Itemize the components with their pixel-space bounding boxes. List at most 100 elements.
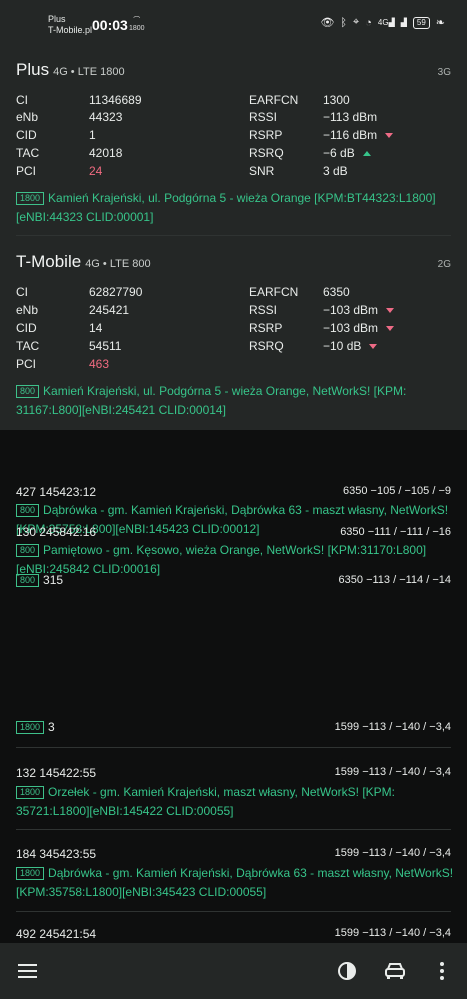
tac-value: 42018: [89, 146, 123, 160]
earfcn-label: EARFCN: [249, 285, 299, 299]
enb-label: eNb: [16, 303, 39, 317]
cid-value: 14: [89, 321, 103, 335]
rsrq-label: RSRQ: [249, 339, 284, 353]
band-badge: 1800: [16, 192, 45, 205]
rsrp-label: RSRP: [249, 128, 283, 142]
hd-icon: ⌒ 1800: [129, 17, 145, 32]
more-vert-icon[interactable]: [438, 961, 446, 981]
cid-label: CID: [16, 321, 37, 335]
divider: [16, 911, 451, 912]
tmobile-header: T-Mobile 4G • LTE 800: [16, 252, 151, 272]
contrast-icon[interactable]: [337, 961, 357, 981]
operator-tech: 4G • LTE 1800: [53, 66, 125, 78]
cell-signal: 6350 −111 / −111 / −16: [340, 526, 451, 538]
signal-icon-2: ▟: [400, 18, 407, 27]
cell-signal: 1599 −113 / −140 / −3,4: [334, 721, 451, 733]
rsrq-row: −10 dB: [323, 339, 378, 353]
pci-label: PCI: [16, 357, 37, 371]
clock: 00:03: [92, 17, 128, 33]
trend-up-icon: [362, 151, 371, 157]
list-item[interactable]: 1800 Dąbrówka - gm. Kamień Krajeński, Dąb…: [16, 864, 461, 902]
rsrq-value: −6 dB: [323, 146, 355, 160]
cell-signal: 1599 −113 / −140 / −3,4: [334, 847, 451, 859]
rssi-value: −103 dBm: [323, 303, 379, 317]
bottom-app-bar: [0, 943, 467, 999]
rssi-value: −113 dBm: [323, 110, 378, 124]
carrier-1: Plus: [48, 14, 66, 24]
rsrp-label: RSRP: [249, 321, 283, 335]
trend-down-icon: [386, 326, 395, 332]
band-badge: 1800: [16, 721, 45, 734]
enb-label: eNb: [16, 110, 39, 124]
cell-id: 3: [48, 720, 55, 734]
rsrq-value: −10 dB: [323, 339, 362, 353]
eye-icon: 👁: [320, 17, 335, 29]
tmobile-card[interactable]: T-Mobile 4G • LTE 800 2G CI 62827790 eNb …: [0, 236, 467, 430]
rsrp-row: −116 dBm: [323, 128, 394, 142]
location-icon: ⌖: [353, 16, 360, 28]
cell-id: 315: [43, 573, 64, 587]
plus-location[interactable]: 1800 Kamień Krajeński, ul. Podgórna 5 - w…: [16, 189, 456, 227]
leaf-icon: ❧: [435, 17, 445, 29]
status-bar: Plus T-Mobile.pl 00:03 ⌒ 1800 👁 ᛒ ⌖ ◔ 4G…: [0, 0, 467, 44]
pci-value: 24: [89, 164, 103, 178]
signal-icon: 4G▟: [377, 18, 395, 27]
rssi-label: RSSI: [249, 110, 278, 124]
tac-label: TAC: [16, 339, 40, 353]
cell-id: 427 145423:12: [16, 485, 97, 499]
tmobile-location[interactable]: 800 Kamień Krajeński, ul. Podgórna 5 - wi…: [16, 382, 456, 420]
ci-label: CI: [16, 93, 28, 107]
operator-name: Plus: [16, 60, 50, 79]
snr-value: 3 dB: [323, 164, 348, 178]
rsrq-label: RSRQ: [249, 146, 284, 160]
cell-signal: 1599 −113 / −140 / −3,4: [334, 766, 451, 778]
cell-signal: 6350 −105 / −105 / −9: [343, 485, 451, 497]
neighbour-list[interactable]: 427 145423:12 6350 −105 / −105 / −9 800 D…: [0, 430, 467, 943]
pci-value: 463: [89, 357, 110, 371]
trend-down-icon: [386, 308, 395, 314]
cell-id: 184 345423:55: [16, 847, 97, 861]
list-item[interactable]: 1800 3: [16, 720, 55, 734]
cell-id: 130 245842:16: [16, 525, 97, 539]
cell-signal: 6350 −113 / −114 / −14: [338, 574, 451, 586]
enb-value: 44323: [89, 110, 123, 124]
band-badge: 800: [16, 385, 40, 398]
menu-icon[interactable]: [18, 963, 38, 979]
band-badge: 800: [16, 504, 40, 517]
divider: [16, 747, 451, 748]
cell-id: 132 145422:55: [16, 766, 97, 780]
tac-value: 54511: [89, 339, 122, 353]
list-item[interactable]: 1800 Orzełek - gm. Kamień Krajeński, masz…: [16, 783, 461, 821]
trend-down-icon: [369, 344, 378, 350]
cell-id: 492 245421:54: [16, 927, 97, 941]
rsrp-value: −103 dBm: [323, 321, 379, 335]
band-badge: 1800: [16, 786, 45, 799]
cid-value: 1: [89, 128, 96, 142]
battery-icon: 59: [412, 16, 430, 29]
rssi-label: RSSI: [249, 303, 278, 317]
cell-signal: 1599 −113 / −140 / −3,4: [334, 927, 451, 939]
ci-value: 62827790: [89, 285, 143, 299]
rsrq-row: −6 dB: [323, 146, 371, 160]
pci-label: PCI: [16, 164, 37, 178]
earfcn-label: EARFCN: [249, 93, 299, 107]
band-badge: 800: [16, 544, 40, 557]
bluetooth-icon: ᛒ: [340, 16, 348, 29]
snr-label: SNR: [249, 164, 275, 178]
status-icons: 👁 ᛒ ⌖ ◔ 4G▟ ▟ 59 ❧: [320, 16, 445, 29]
ci-label: CI: [16, 285, 28, 299]
operator-tech: 4G • LTE 800: [85, 258, 151, 270]
alt-network: 3G: [437, 67, 451, 78]
band-badge: 800: [16, 574, 40, 587]
enb-value: 245421: [89, 303, 130, 317]
list-item[interactable]: 800 315: [16, 573, 63, 587]
car-icon[interactable]: [384, 962, 406, 980]
earfcn-value: 6350: [323, 285, 350, 299]
earfcn-value: 1300: [323, 93, 350, 107]
ci-value: 11346689: [89, 93, 142, 107]
operator-name: T-Mobile: [16, 252, 82, 271]
rssi-row: −103 dBm: [323, 303, 395, 317]
carrier-2: T-Mobile.pl: [48, 25, 93, 35]
plus-card[interactable]: Plus 4G • LTE 1800 3G CI 11346689 eNb 443…: [0, 44, 467, 236]
alt-network: 2G: [437, 259, 451, 270]
